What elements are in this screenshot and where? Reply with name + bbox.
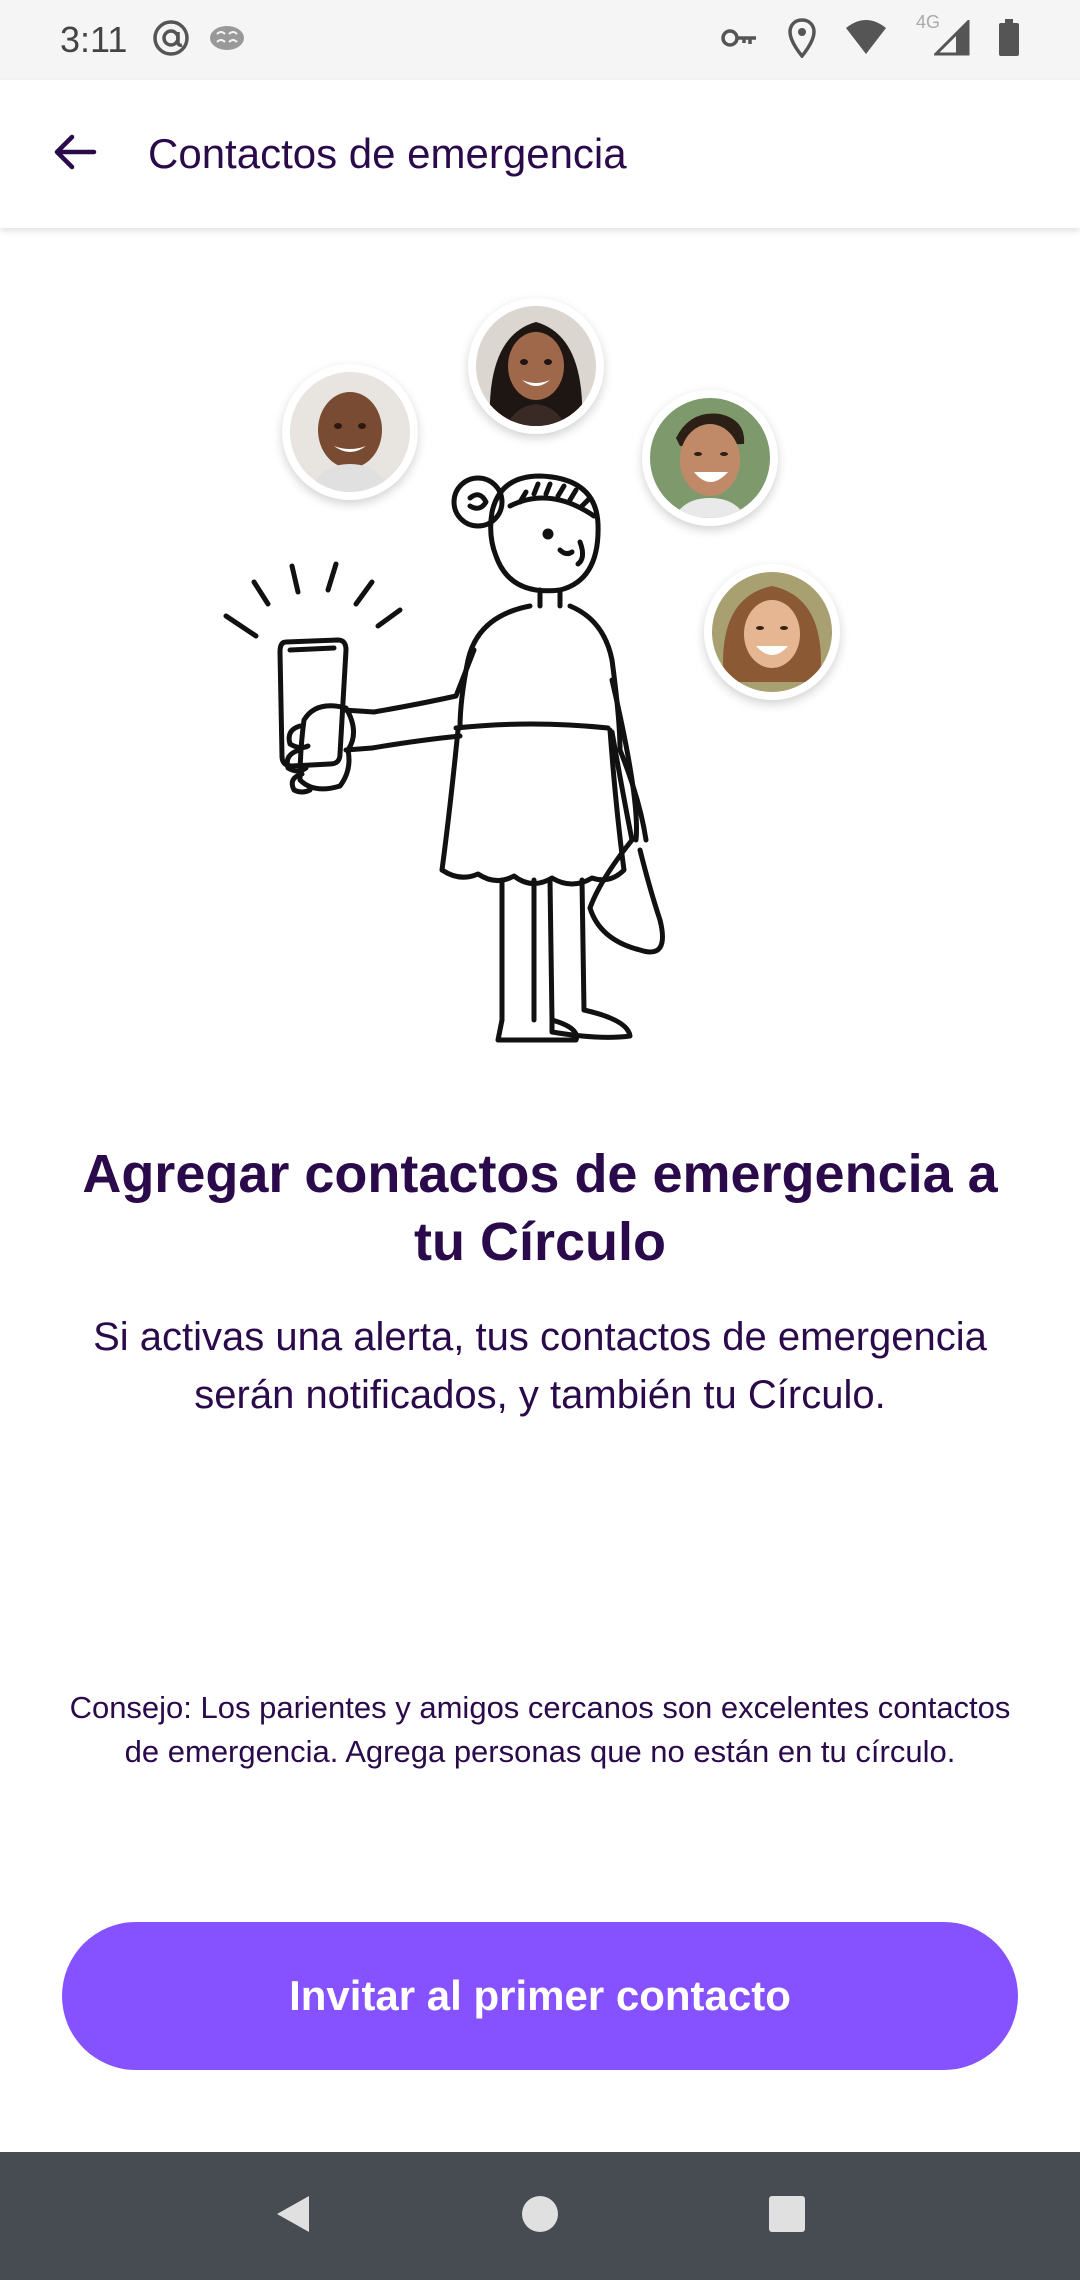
at-sign-icon (151, 18, 191, 63)
avatar-man-1 (282, 364, 418, 500)
avatar-woman-2 (704, 564, 840, 700)
arrow-left-icon (50, 128, 98, 181)
description: Si activas una alerta, tus contactos de … (93, 1315, 987, 1417)
back-button[interactable] (0, 80, 148, 228)
nav-back-button[interactable] (248, 2171, 338, 2261)
wifi-icon (844, 19, 888, 61)
avatar-woman-1 (468, 298, 604, 434)
home-circle-icon (520, 2194, 560, 2239)
back-triangle-icon (273, 2192, 313, 2241)
brain-icon (207, 22, 247, 59)
key-icon (720, 22, 760, 59)
invite-first-contact-button[interactable]: Invitar al primer contacto (62, 1922, 1018, 2070)
nav-recents-button[interactable] (742, 2171, 832, 2261)
hero-illustration (0, 280, 1080, 1080)
page-title: Contactos de emergencia (148, 130, 627, 177)
status-time: 3:11 (60, 19, 128, 60)
avatar-man-2 (642, 390, 778, 526)
tip-text: Consejo: Los parientes y amigos cercanos… (69, 1690, 1011, 1769)
app-bar: Contactos de emergencia (0, 80, 1080, 228)
headline: Agregar contactos de emergencia a tu Cír… (82, 1144, 998, 1272)
location-icon (788, 17, 816, 63)
recents-square-icon (767, 2194, 807, 2239)
system-nav-bar (0, 2152, 1080, 2280)
battery-icon (998, 18, 1020, 62)
nav-home-button[interactable] (495, 2171, 585, 2261)
signal-icon (932, 17, 970, 61)
status-bar: 3:11 4G (0, 0, 1080, 80)
